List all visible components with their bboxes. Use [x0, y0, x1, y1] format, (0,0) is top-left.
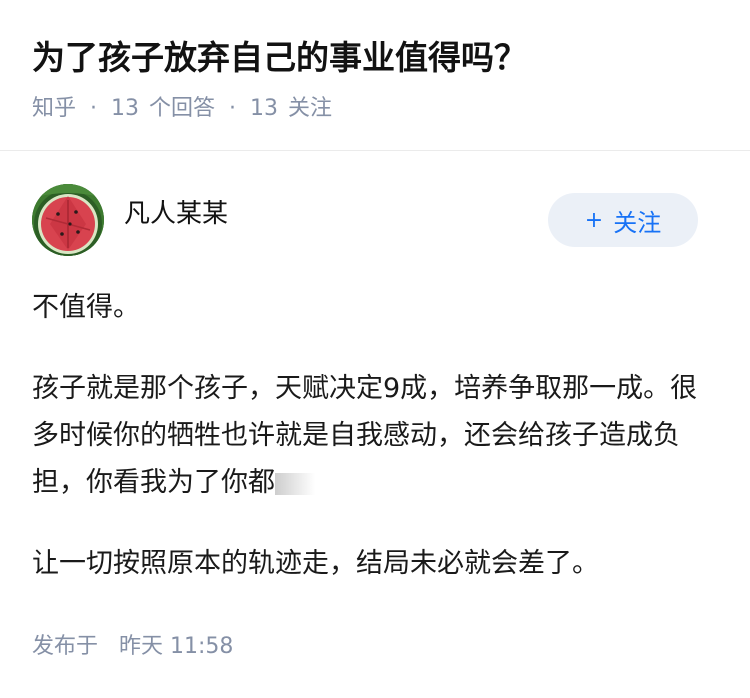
answer-paragraph: 不值得。 [32, 292, 140, 323]
question-header: 为了孩子放弃自己的事业值得吗？ 知乎 · 13 个回答 · 13 关注 [32, 34, 718, 124]
plus-icon: + [584, 207, 604, 233]
answer-count-label[interactable]: 个回答 [149, 94, 215, 124]
source-label[interactable]: 知乎 [32, 94, 76, 124]
text-fade-gradient [275, 472, 315, 495]
question-meta: 知乎 · 13 个回答 · 13 关注 [32, 94, 718, 124]
watermelon-avatar-icon[interactable] [32, 184, 104, 256]
author-name[interactable]: 凡人某某 [124, 196, 548, 232]
answer-paragraph-text: 孩子就是那个孩子，天赋决定9成，培养争取那一成。很多时候你的牺牲也许就是自我感动… [32, 373, 698, 498]
separator-dot: · [90, 96, 98, 121]
answer-content: 不值得。 孩子就是那个孩子，天赋决定9成，培养争取那一成。很多时候你的牺牲也许就… [32, 284, 710, 587]
follow-button-label: 关注 [613, 208, 662, 237]
separator-dot: · [229, 96, 237, 121]
publish-info: 发布于 昨天 11:58 [32, 630, 233, 664]
answer-paragraph: 让一切按照原本的轨迹走，结局未必就会差了。 [32, 548, 599, 579]
publish-time: 昨天 11:58 [119, 634, 234, 659]
follower-count: 13 [250, 96, 279, 121]
header-divider [0, 150, 750, 151]
answer-paragraph: 孩子就是那个孩子，天赋决定9成，培养争取那一成。很多时候你的牺牲也许就是自我感动… [32, 365, 710, 506]
question-title[interactable]: 为了孩子放弃自己的事业值得吗？ [32, 34, 718, 82]
author-row: 凡人某某 + 关注 [32, 184, 698, 256]
follow-button[interactable]: + 关注 [548, 193, 698, 247]
answer-count: 13 [111, 96, 140, 121]
publish-label: 发布于 [32, 634, 99, 659]
follower-count-label: 关注 [288, 96, 333, 121]
